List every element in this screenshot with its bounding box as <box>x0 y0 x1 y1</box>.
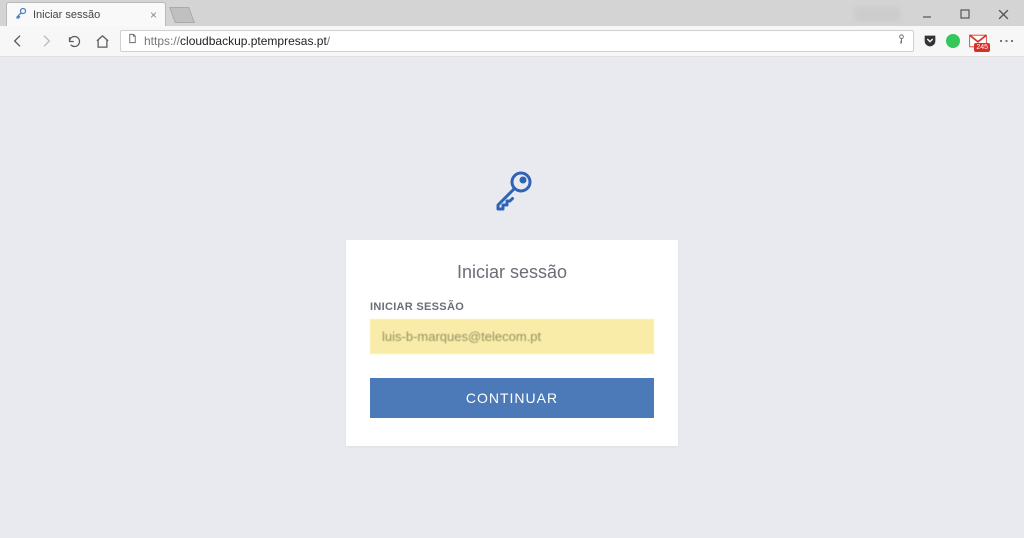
browser-menu-button[interactable]: ⋮ <box>996 33 1016 49</box>
address-bar: https://cloudbackup.ptempresas.pt/ 245 ⋮ <box>0 26 1024 56</box>
window-minimize-button[interactable] <box>908 2 946 26</box>
login-key-icon <box>488 167 536 220</box>
gmail-icon[interactable]: 245 <box>968 33 988 49</box>
pocket-icon[interactable] <box>922 33 938 49</box>
secure-key-icon <box>896 32 907 51</box>
tab-bar: Iniciar sessão × <box>0 0 1024 26</box>
window-close-button[interactable] <box>984 2 1022 26</box>
document-icon <box>127 32 138 50</box>
new-tab-button[interactable] <box>169 7 195 23</box>
mail-badge: 245 <box>974 43 990 52</box>
url-path: / <box>327 34 330 48</box>
login-heading: Iniciar sessão <box>370 262 654 283</box>
green-dot-icon[interactable] <box>946 34 960 48</box>
tab-close-button[interactable]: × <box>150 8 157 22</box>
url-domain: cloudbackup.ptempresas.pt <box>180 34 327 48</box>
login-email-input[interactable] <box>370 319 654 354</box>
page-content: Iniciar sessão INICIAR SESSÃO CONTINUAR <box>0 57 1024 538</box>
browser-tab[interactable]: Iniciar sessão × <box>6 2 166 26</box>
key-favicon-icon <box>15 7 27 22</box>
window-maximize-button[interactable] <box>946 2 984 26</box>
back-button[interactable] <box>8 33 28 49</box>
window-controls <box>855 2 1024 26</box>
login-field-label: INICIAR SESSÃO <box>370 301 654 313</box>
url-text: https://cloudbackup.ptempresas.pt/ <box>144 34 890 48</box>
extension-icons: 245 ⋮ <box>922 33 1016 49</box>
user-label-blurred <box>855 7 900 21</box>
reload-button[interactable] <box>64 34 84 49</box>
home-button[interactable] <box>92 34 112 49</box>
url-protocol: https:// <box>144 34 180 48</box>
tab-title: Iniciar sessão <box>33 9 144 21</box>
forward-button[interactable] <box>36 33 56 49</box>
login-card: Iniciar sessão INICIAR SESSÃO CONTINUAR <box>346 240 678 446</box>
browser-chrome: Iniciar sessão × <box>0 0 1024 57</box>
continue-button[interactable]: CONTINUAR <box>370 378 654 418</box>
url-input[interactable]: https://cloudbackup.ptempresas.pt/ <box>120 30 914 52</box>
